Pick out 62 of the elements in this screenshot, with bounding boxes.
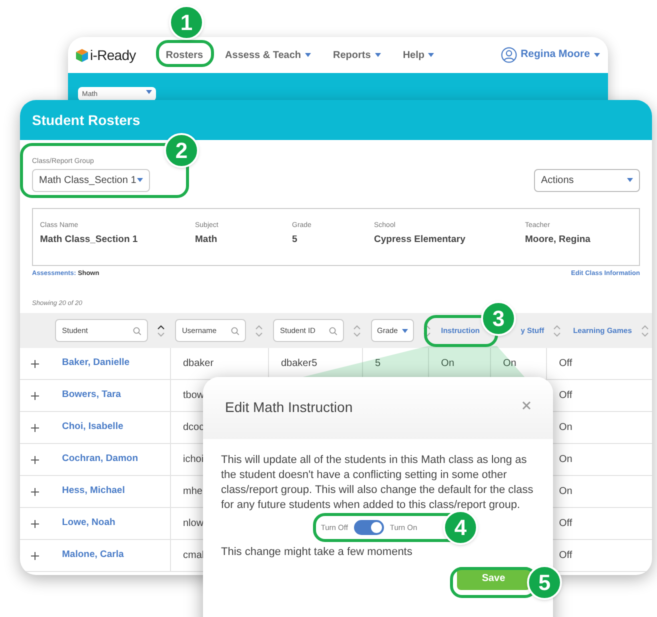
dialog-note: This change might take a few moments <box>220 545 414 560</box>
logo-text: i-Ready <box>90 46 136 65</box>
nav-item[interactable]: Help <box>402 48 434 62</box>
page-title: Student Rosters <box>32 110 140 130</box>
table-cell-text: Off <box>559 389 572 403</box>
expand-icon <box>31 520 39 528</box>
student-name-link[interactable]: Cochran, Damon <box>62 452 138 467</box>
table-cell-text: Off <box>559 549 572 563</box>
nav-item[interactable]: Rosters <box>166 48 204 62</box>
table-cell-text: Off <box>559 357 572 371</box>
expand-icon <box>31 392 39 400</box>
table-cell-text: On <box>559 453 572 467</box>
search-icon <box>329 326 337 334</box>
class-group-select[interactable]: Math Class_Section 1 <box>32 168 150 192</box>
toggle-switch[interactable] <box>354 520 384 535</box>
expand-icon <box>31 488 39 496</box>
step-badge: 1 <box>169 5 204 40</box>
table-cell-text: tbow <box>183 389 204 403</box>
nav-item[interactable]: Assess & Teach <box>225 48 312 62</box>
table-cell-text: On <box>503 357 516 371</box>
student-name-link[interactable]: Malone, Carla <box>62 548 124 563</box>
table-cell-text: On <box>441 357 454 371</box>
user-icon <box>500 47 517 63</box>
table-cell-text: Off <box>559 517 572 531</box>
close-icon[interactable] <box>522 401 531 410</box>
info-value: Moore, Regina <box>525 233 592 247</box>
student-name-link[interactable]: Choi, Isabelle <box>62 420 124 435</box>
table-cell-text: mhe <box>183 485 202 499</box>
student-name-link[interactable]: Hess, Michael <box>62 484 125 499</box>
info-value: Math <box>195 233 218 247</box>
table-cell-text: dbaker5 <box>281 357 318 371</box>
info-value: Math Class_Section 1 <box>40 233 139 247</box>
nav-item[interactable]: Reports <box>333 48 381 62</box>
table-cell-text: dbaker <box>183 357 214 371</box>
student-name-link[interactable]: Lowe, Noah <box>62 516 116 531</box>
caret-icon <box>627 178 633 182</box>
user-menu[interactable]: Regina Moore <box>500 47 600 63</box>
table-cell-text: ichoi <box>183 453 204 467</box>
caret-icon <box>402 328 408 332</box>
student-name-link[interactable]: Baker, Danielle <box>62 356 130 371</box>
info-value: 5 <box>292 233 298 247</box>
expand-icon <box>31 552 39 560</box>
actions-select[interactable]: Actions <box>534 168 640 192</box>
table-cell-text: On <box>559 485 572 499</box>
table-cell-text: 5 <box>375 357 381 371</box>
table-cell-text: On <box>559 421 572 435</box>
table-cell-text: nlow <box>183 517 204 531</box>
dialog-title: Edit Math Instruction <box>225 398 353 417</box>
table-cell-text: dcoc <box>183 421 204 435</box>
caret-icon <box>146 90 152 94</box>
expand-icon <box>31 424 39 432</box>
dialog-message: This will update all of the students in this Math class as long as the student doesn't have a conflicting setting in some other class/report group. This will also change the default for the class for any future students when added to this class/report group. <box>220 453 534 513</box>
expand-icon <box>31 456 39 464</box>
search-icon <box>133 326 141 334</box>
highlight-outline <box>156 40 214 67</box>
expand-icon <box>31 360 39 368</box>
cube-logo-icon <box>76 48 88 62</box>
caret-icon <box>594 53 600 57</box>
search-icon <box>231 326 239 334</box>
caret-icon <box>137 178 143 182</box>
student-name-link[interactable]: Bowers, Tara <box>62 388 121 403</box>
info-value: Cypress Elementary <box>374 233 466 247</box>
